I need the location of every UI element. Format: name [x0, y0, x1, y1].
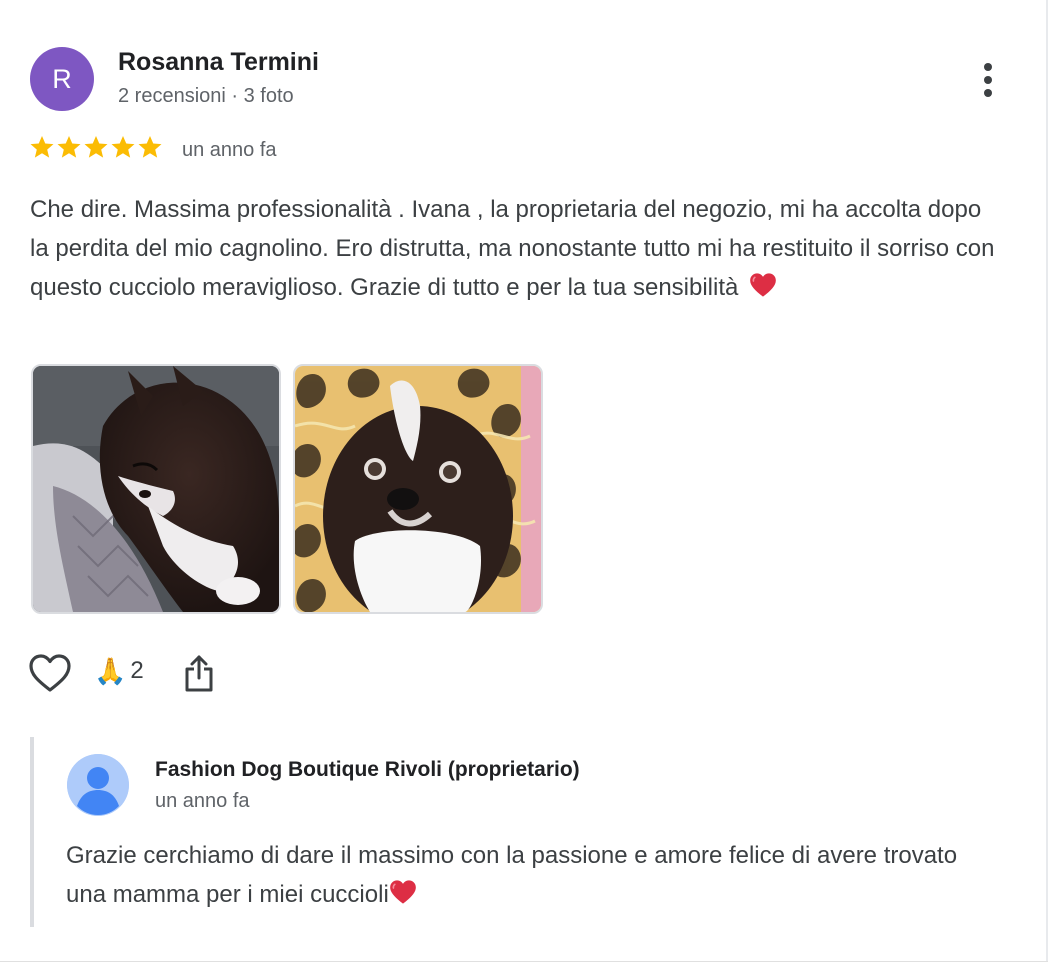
- reaction-button[interactable]: 🙏 2: [94, 656, 144, 686]
- reply-indent-bar: [30, 737, 34, 927]
- reviewer-name[interactable]: Rosanna Termini: [118, 48, 319, 77]
- owner-avatar: [67, 754, 129, 816]
- star-rating: [29, 134, 163, 160]
- reviewer-avatar[interactable]: R: [30, 47, 94, 111]
- avatar-letter: R: [52, 63, 72, 94]
- more-vert-icon: [984, 63, 992, 71]
- review-text: Che dire. Massima professionalità . Ivan…: [30, 190, 1000, 307]
- heart-emoji-icon: [750, 273, 776, 297]
- default-avatar-icon: [67, 754, 129, 816]
- like-heart-icon: [29, 654, 71, 692]
- review-photo-1[interactable]: [31, 364, 281, 614]
- reaction-count: 2: [130, 657, 144, 684]
- star-icon: [111, 135, 135, 158]
- reviewer-meta: 2 recensioni · 3 foto: [118, 85, 294, 107]
- star-icon: [84, 135, 108, 158]
- star-icon: [30, 135, 54, 158]
- share-button[interactable]: [183, 653, 215, 693]
- sleeping-puppy-image: [33, 366, 279, 612]
- review-time: un anno fa: [182, 139, 277, 161]
- star-icon: [138, 135, 162, 158]
- like-button[interactable]: [28, 653, 72, 693]
- more-options-button[interactable]: [972, 58, 1004, 102]
- star-icon: [57, 135, 81, 158]
- heart-emoji-icon: [389, 880, 416, 904]
- owner-reply-time: un anno fa: [155, 790, 250, 812]
- puppy-portrait-image: [295, 366, 541, 612]
- pray-emoji-icon: 🙏: [94, 656, 127, 686]
- owner-name: Fashion Dog Boutique Rivoli (proprietari…: [155, 758, 580, 781]
- review-photo-2[interactable]: [293, 364, 543, 614]
- reply-body: Grazie cerchiamo di dare il massimo con …: [66, 842, 958, 908]
- more-vert-dot: [984, 76, 992, 84]
- review-body: Che dire. Massima professionalità . Ivan…: [30, 196, 995, 301]
- owner-reply-text: Grazie cerchiamo di dare il massimo con …: [66, 836, 986, 914]
- more-vert-dot: [984, 89, 992, 97]
- share-icon: [185, 655, 213, 692]
